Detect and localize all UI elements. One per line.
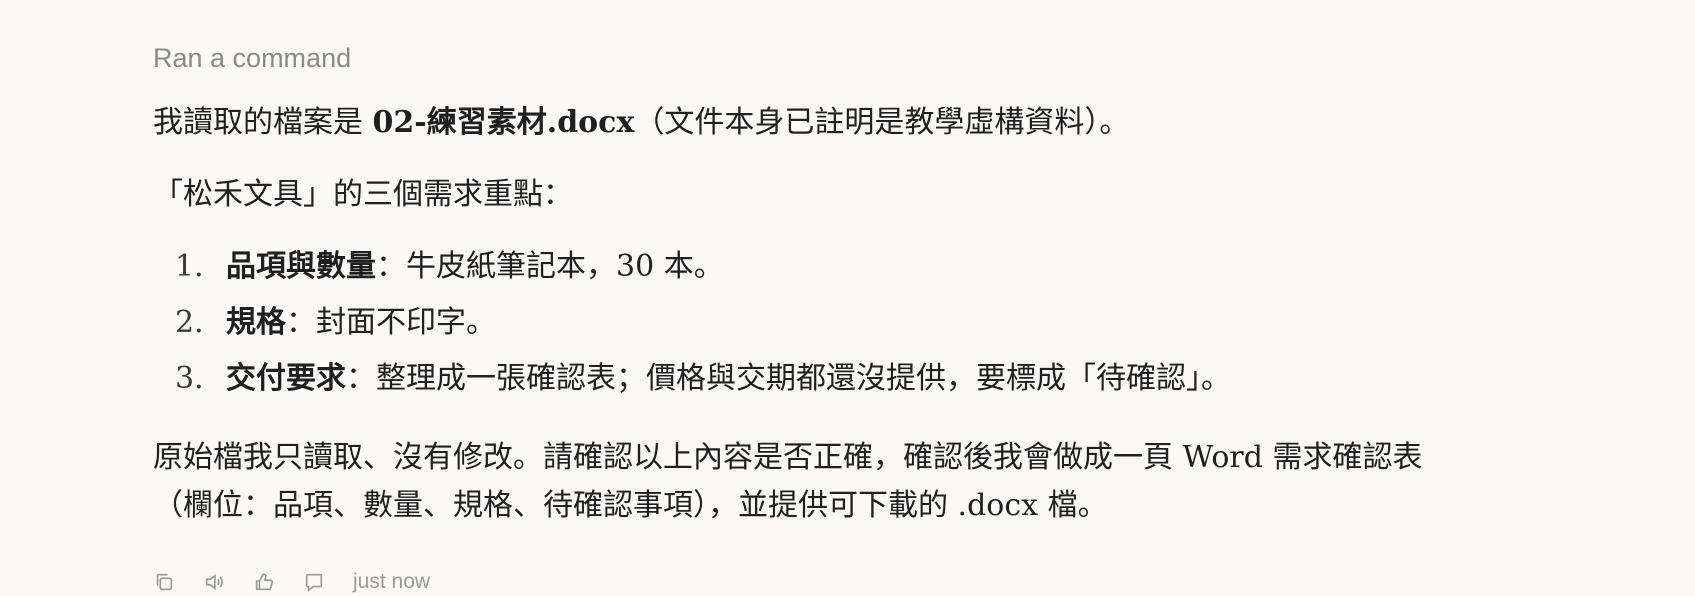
intro-paragraph: 我讀取的檔案是 02-練習素材.docx（文件本身已註明是教學虛構資料）。 [153, 99, 1573, 147]
list-item-label: 交付要求 [226, 361, 346, 396]
list-number: 1. [175, 249, 204, 284]
closing-paragraph: 原始檔我只讀取、沒有修改。請確認以上內容是否正確，確認後我會做成一頁 Word … [153, 434, 1573, 530]
list-item-text: ：封面不印字。 [286, 305, 496, 340]
list-item: 2. 規格：封面不印字。 [153, 299, 1573, 347]
comment-icon[interactable] [303, 571, 325, 593]
closing-line-2: （欄位：品項、數量、規格、待確認事項），並提供可下載的 .docx 檔。 [153, 488, 1108, 523]
list-item-label: 規格 [226, 305, 286, 340]
list-item-text: ：整理成一張確認表；價格與交期都還沒提供，要標成「待確認」。 [346, 361, 1231, 396]
intro-suffix: （文件本身已註明是教學虛構資料）。 [634, 105, 1130, 140]
list-number: 2. [175, 305, 204, 340]
closing-line-1: 原始檔我只讀取、沒有修改。請確認以上內容是否正確，確認後我會做成一頁 Word … [153, 440, 1423, 475]
list-item: 1. 品項與數量：牛皮紙筆記本，30 本。 [153, 243, 1573, 291]
requirements-list: 1. 品項與數量：牛皮紙筆記本，30 本。 2. 規格：封面不印字。 3. 交付要求：… [153, 243, 1573, 403]
copy-icon[interactable] [153, 571, 175, 593]
list-item-label: 品項與數量 [226, 249, 376, 284]
speaker-icon[interactable] [203, 571, 225, 593]
message-actions: just now [153, 568, 430, 596]
list-item: 3. 交付要求：整理成一張確認表；價格與交期都還沒提供，要標成「待確認」。 [153, 355, 1573, 403]
timestamp: just now [353, 570, 431, 593]
assistant-message: Ran a command 我讀取的檔案是 02-練習素材.docx（文件本身已… [153, 38, 1573, 554]
list-item-text: ：牛皮紙筆記本，30 本。 [376, 249, 724, 284]
intro-prefix: 我讀取的檔案是 [153, 105, 373, 140]
summary-heading: 「松禾文具」的三個需求重點： [153, 177, 573, 212]
thumbs-up-icon[interactable] [253, 571, 275, 593]
list-number: 3. [175, 361, 204, 396]
filename: 02-練習素材.docx [372, 105, 635, 140]
ran-command-toggle[interactable]: Ran a command [153, 38, 1573, 78]
